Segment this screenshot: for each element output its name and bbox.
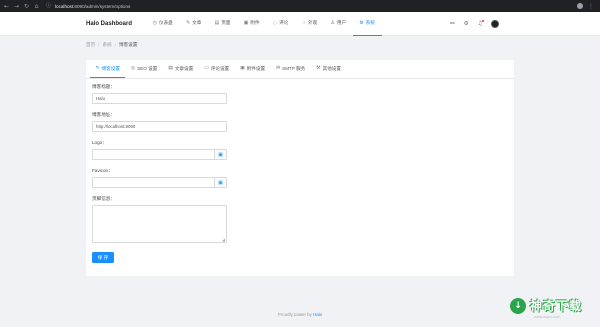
picture-icon[interactable]: ▣ bbox=[215, 149, 227, 160]
url-text[interactable]: localhost:8090/admin/system/options bbox=[55, 4, 130, 9]
top-nav: ◷ 仪表盘 ✎ 文章 ▤ 页面 ▣ 附件 ◌ 评论 ♢ 外观 ♙ 用户 ⚙ 系统 bbox=[146, 12, 382, 36]
global-icon: ◎ bbox=[130, 66, 136, 71]
tab-3[interactable]: ▭ 评论设置 bbox=[199, 60, 235, 78]
mail-icon: ✉ bbox=[276, 66, 281, 71]
tab-6[interactable]: ⚒ 其他设置 bbox=[311, 60, 347, 78]
nav-item-3[interactable]: ▣ 附件 bbox=[237, 12, 266, 36]
logo-input[interactable] bbox=[92, 149, 215, 160]
nav-item-label: 评论 bbox=[279, 20, 289, 25]
tab-5[interactable]: ✉ SMTP 服务 bbox=[271, 60, 311, 78]
reload-icon[interactable]: ↻ bbox=[23, 3, 30, 10]
favicon-field: ▣ bbox=[92, 177, 227, 188]
favicon-input[interactable] bbox=[92, 177, 215, 188]
skin-icon: ♢ bbox=[301, 20, 307, 26]
tab-label: 评论设置 bbox=[210, 65, 230, 71]
setting-icon: ⚙ bbox=[359, 20, 364, 26]
notification-dot bbox=[481, 20, 484, 23]
blog-url-label: 博客地址： bbox=[92, 112, 115, 117]
picture-icon: ▣ bbox=[243, 20, 249, 26]
nav-item-4[interactable]: ◌ 评论 bbox=[266, 12, 295, 36]
nav-item-6[interactable]: ♙ 用户 bbox=[324, 12, 353, 36]
nav-item-7[interactable]: ⚙ 系统 bbox=[352, 12, 382, 36]
edit-icon: ✎ bbox=[185, 20, 191, 26]
tab-label: SMTP 服务 bbox=[282, 65, 306, 71]
tab-4[interactable]: ▣ 附件设置 bbox=[235, 60, 271, 78]
site-info-icon[interactable]: ⓘ bbox=[46, 3, 52, 9]
nav-item-label: 用户 bbox=[336, 20, 347, 25]
avatar[interactable] bbox=[491, 20, 500, 28]
nav-item-label: 页面 bbox=[221, 20, 231, 25]
site-watermark: ↓ 神奇下载 www.sqxz.com bbox=[510, 294, 596, 324]
gear-icon[interactable]: ⚙ bbox=[464, 21, 469, 27]
nav-item-2[interactable]: ▤ 页面 bbox=[208, 12, 237, 36]
logo-label: Logo： bbox=[92, 140, 107, 145]
tab-2[interactable]: ▤ 文章设置 bbox=[163, 60, 199, 78]
breadcrumb-home[interactable]: 首页 bbox=[86, 42, 95, 47]
page-icon: ▤ bbox=[214, 20, 220, 26]
app-header: Halo Dashboard ◷ 仪表盘 ✎ 文章 ▤ 页面 ▣ 附件 ◌ 评论 ♢ 外观 ♙ 用户 ⚙ 系统… bbox=[0, 12, 600, 36]
breadcrumb-current: 博客设置 bbox=[118, 42, 138, 47]
footer-text: Proudly power by bbox=[277, 312, 312, 317]
comment-icon: ◌ bbox=[272, 20, 278, 26]
article-icon: ▤ bbox=[168, 66, 173, 71]
tab-label: 其他设置 bbox=[322, 65, 341, 71]
nav-item-label: 系统 bbox=[365, 20, 375, 25]
nav-item-label: 仪表盘 bbox=[158, 20, 173, 25]
resize-handle-icon[interactable]: ◢ bbox=[222, 237, 225, 242]
watermark-subtitle: www.sqxz.com bbox=[534, 314, 561, 319]
nav-item-5[interactable]: ♢ 外观 bbox=[295, 12, 324, 36]
browser-toolbar: ← → ↻ ⌂ ⓘ localhost:8090/admin/system/op… bbox=[0, 0, 600, 12]
edit-icon: ✎ bbox=[95, 66, 100, 71]
link-icon[interactable]: ⚯ bbox=[450, 21, 455, 27]
tool-icon: ⚒ bbox=[316, 66, 321, 71]
footer-info-textarea[interactable]: ◢ bbox=[92, 205, 227, 243]
settings-card: ✎ 博客设置 ◎ SEO 设置 ▤ 文章设置 ▭ 评论设置 ▣ 附件设置 ✉ SMTP 服务 ⚒ 其他设置… bbox=[86, 60, 514, 276]
favicon-label: Favicon： bbox=[92, 168, 113, 173]
nav-item-label: 文章 bbox=[192, 20, 202, 25]
footer-info-label: 页脚信息： bbox=[92, 196, 115, 201]
footer-halo-link[interactable]: Halo bbox=[313, 312, 322, 317]
tab-label: 博客设置 bbox=[101, 65, 120, 71]
user-icon: ♙ bbox=[330, 20, 335, 26]
breadcrumb-system[interactable]: 系统 bbox=[102, 42, 111, 47]
blog-url-input[interactable]: http://localhost:8090 bbox=[92, 121, 227, 132]
more-menu-icon[interactable]: ⋮ bbox=[588, 3, 594, 10]
tab-1[interactable]: ◎ SEO 设置 bbox=[125, 60, 162, 78]
bell-icon[interactable]: ♫ bbox=[478, 20, 484, 27]
logo-field: ▣ bbox=[92, 149, 227, 160]
dashboard-icon: ◷ bbox=[152, 20, 157, 26]
profile-icon[interactable] bbox=[577, 3, 583, 9]
nav-item-0[interactable]: ◷ 仪表盘 bbox=[146, 12, 179, 36]
nav-item-label: 外观 bbox=[308, 20, 318, 25]
watermark-logo-icon: ↓ bbox=[510, 298, 526, 314]
picture-icon[interactable]: ▣ bbox=[215, 177, 227, 188]
back-icon[interactable]: ← bbox=[3, 3, 10, 10]
address-bar[interactable]: ⓘ localhost:8090/admin/system/options bbox=[46, 2, 130, 11]
blog-title-label: 博客标题： bbox=[92, 84, 115, 89]
tab-label: 文章设置 bbox=[174, 65, 194, 71]
tab-0[interactable]: ✎ 博客设置 bbox=[90, 60, 126, 78]
breadcrumb: 首页 / 系统 / 博客设置 bbox=[86, 42, 138, 47]
tab-label: 附件设置 bbox=[246, 65, 266, 71]
comment-icon: ▭ bbox=[204, 66, 209, 71]
nav-item-label: 附件 bbox=[250, 20, 260, 25]
forward-icon[interactable]: → bbox=[13, 3, 20, 10]
save-button[interactable]: 保 存 bbox=[92, 252, 114, 263]
watermark-title: 神奇下载 bbox=[530, 299, 583, 313]
nav-item-1[interactable]: ✎ 文章 bbox=[179, 12, 208, 36]
settings-tabs: ✎ 博客设置 ◎ SEO 设置 ▤ 文章设置 ▭ 评论设置 ▣ 附件设置 ✉ SMTP 服务 ⚒ 其他设置 bbox=[86, 60, 514, 79]
tab-label: SEO 设置 bbox=[137, 65, 158, 71]
picture-icon: ▣ bbox=[240, 66, 245, 71]
blog-title-input[interactable]: Halo bbox=[92, 93, 227, 104]
brand-logo[interactable]: Halo Dashboard bbox=[86, 21, 142, 27]
home-icon[interactable]: ⌂ bbox=[33, 3, 40, 10]
